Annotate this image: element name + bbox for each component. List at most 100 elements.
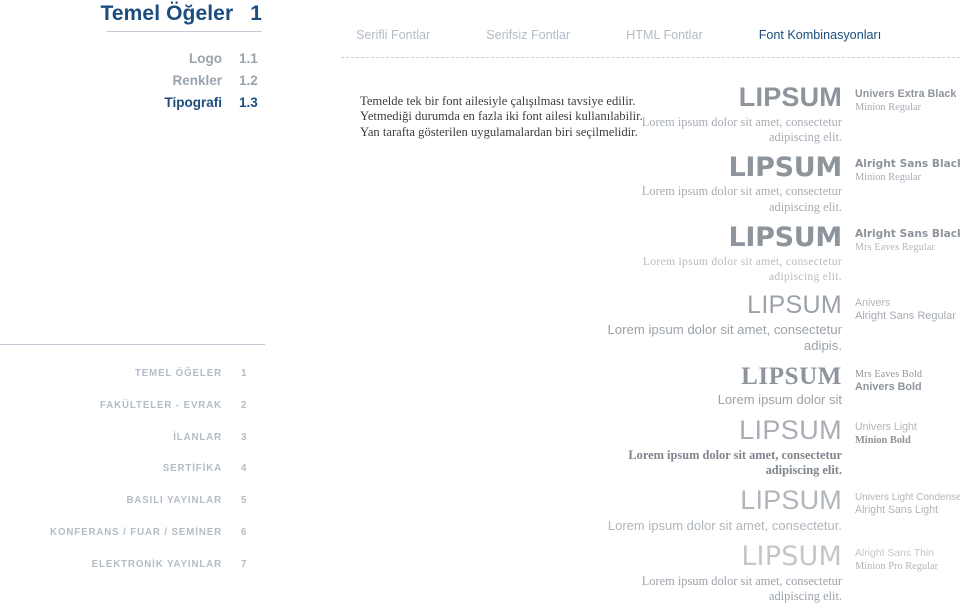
page-title-text: Temel Öğeler [100,2,234,25]
tab-serifli-fontlar[interactable]: Serifli Fontlar [356,28,430,42]
page-title: Temel Öğeler 1 [0,2,262,26]
specimen-body-text: Lorem ipsum dolor sit amet, consectetur. [607,517,842,533]
tab-bar-dashed-rule [341,57,960,58]
specimen-body-font-name: Alright Sans Regular [855,310,956,323]
specimen-body-text: Lorem ipsum dolor sit [717,392,842,408]
sidebar-item-ilanlar[interactable]: İLANLAR 3 [0,422,268,454]
subsection-nav: Logo 1.1 Renkler 1.2 Tipografi 1.3 [0,48,268,114]
specimen-body-text: Lorem ipsum dolor sit amet, consectetur … [628,447,842,477]
font-combination-item: LIPSUM Lorem ipsum dolor sit amet, conse… [600,154,960,215]
specimen-preview: LIPSUM Lorem ipsum dolor sit amet, conse… [600,293,842,354]
subnav-item-number: 1.1 [239,51,258,66]
section-item-number: 1 [241,368,247,379]
font-combination-item: LIPSUM Lorem ipsum dolor sit amet, conse… [600,417,960,478]
specimen-body-text: Lorem ipsum dolor sit amet, consectetur … [641,114,842,144]
specimen-display-font-name: Alright Sans Black [855,157,960,170]
specimen-font-labels: Alright Sans Black Mrs Eaves Regular [855,228,960,254]
specimen-preview: LIPSUM Lorem ipsum dolor sit amet, conse… [600,487,842,534]
font-combination-list: LIPSUM Lorem ipsum dolor sit amet, conse… [600,82,960,613]
specimen-display-font-name: Univers Light Condensed [855,492,960,504]
sidebar-item-fakulteler-evrak[interactable]: FAKÜLTELER - EVRAK 2 [0,390,268,422]
specimen-display-word: LIPSUM [728,221,843,253]
specimen-preview: LIPSUM Lorem ipsum dolor sit amet, conse… [600,151,843,215]
font-combination-item: LIPSUM Lorem ipsum dolor sit amet, conse… [600,293,960,354]
specimen-font-labels: Alright Sans Thin Minion Pro Regular [855,547,960,573]
specimen-display-word: LIPSUM [738,82,842,112]
specimen-body-text: Lorem ipsum dolor sit amet, consectetur … [641,573,842,603]
section-divider-rule [0,344,265,345]
specimen-display-font-name: Anivers [855,297,891,310]
specimen-display-font-name: Mrs Eaves Bold [855,368,923,380]
tab-serifsiz-fontlar[interactable]: Serifsiz Fontlar [486,28,570,42]
specimen-preview: LIPSUM Lorem ipsum dolor sit amet, conse… [600,543,842,604]
specimen-font-labels: Alright Sans Black Minion Regular [855,158,960,184]
specimen-display-font-name: Alright Sans Thin [855,548,934,560]
specimen-body-font-name: Minion Regular [855,171,922,183]
specimen-display-font-name: Univers Light [855,421,917,434]
section-item-label: İLANLAR [173,431,222,443]
specimen-body-text: Lorem ipsum dolor sit amet, consectetur … [607,321,842,354]
specimen-display-font-name: Univers Extra Black [855,88,957,100]
specimen-preview: LIPSUM Lorem ipsum dolor sit amet, conse… [600,224,842,285]
specimen-body-text: Lorem ipsum dolor sit amet, consectetur … [641,184,842,214]
subnav-item-number: 1.3 [239,95,258,110]
section-item-label: SERTİFİKA [162,463,222,475]
specimen-font-labels: Univers Light Condensed Alright Sans Lig… [855,491,960,517]
font-combination-item: LIPSUM Lorem ipsum dolor sit amet, conse… [600,224,960,285]
specimen-body-font-name: Minion Bold [855,435,911,447]
specimen-font-labels: Anivers Alright Sans Regular [855,297,960,323]
section-item-label: ELEKTRONİK YAYINLAR [91,558,222,570]
specimen-display-word: LIPSUM [728,151,843,183]
tab-bar: Serifli Fontlar Serifsiz Fontlar HTML Fo… [356,28,881,42]
specimen-preview: LIPSUM Lorem ipsum dolor sit amet, conse… [600,82,842,145]
sidebar-item-basili-yayinlar[interactable]: BASILI YAYINLAR 5 [0,485,268,517]
sidebar-item-temel-ogeler[interactable]: TEMEL ÖĞELER 1 [0,358,268,390]
subnav-item-label: Renkler [172,73,222,88]
subnav-item-label: Tipografi [164,95,222,110]
specimen-display-word: LIPSUM [739,415,842,446]
specimen-body-text: Lorem ipsum dolor sit amet, consectetur … [642,255,842,284]
specimen-display-word: LIPSUM [747,291,842,320]
section-item-number: 5 [241,495,247,507]
tab-html-fontlar[interactable]: HTML Fontlar [626,28,703,42]
font-combination-item: LIPSUM Lorem ipsum dolor sit amet, conse… [600,543,960,604]
specimen-display-word: LIPSUM [741,541,842,573]
subnav-item-renkler[interactable]: Renkler 1.2 [0,70,268,92]
sidebar-item-elektronik-yayinlar[interactable]: ELEKTRONİK YAYINLAR 7 [0,549,268,581]
subnav-item-tipografi[interactable]: Tipografi 1.3 [0,92,268,114]
font-combination-item: LIPSUM Lorem ipsum dolor sit amet, conse… [600,82,960,145]
specimen-body-font-name: Mrs Eaves Regular [855,241,936,253]
section-item-number: 7 [241,558,247,570]
specimen-font-labels: Univers Light Minion Bold [855,421,960,447]
sidebar-item-sertifika[interactable]: SERTİFİKA 4 [0,453,268,485]
section-item-label: TEMEL ÖĞELER [134,368,222,379]
specimen-display-font-name: Alright Sans Black [855,227,960,240]
section-nav: TEMEL ÖĞELER 1 FAKÜLTELER - EVRAK 2 İLAN… [0,358,268,581]
subnav-item-label: Logo [189,51,222,66]
section-item-label: FAKÜLTELER - EVRAK [99,399,222,411]
specimen-preview: LIPSUM Lorem ipsum dolor sit [600,364,842,409]
specimen-display-word: LIPSUM [740,485,842,516]
specimen-preview: LIPSUM Lorem ipsum dolor sit amet, conse… [600,417,842,478]
page-title-number: 1 [250,2,262,25]
specimen-display-word: LIPSUM [741,362,842,390]
specimen-body-font-name: Anivers Bold [855,380,922,393]
title-underline-rule [107,31,262,32]
font-combination-item: LIPSUM Lorem ipsum dolor sit amet, conse… [600,487,960,534]
specimen-body-font-name: Alright Sans Light [855,504,939,517]
font-combination-item: LIPSUM Lorem ipsum dolor sit Mrs Eaves B… [600,364,960,409]
section-item-number: 3 [241,431,247,443]
section-item-label: BASILI YAYINLAR [126,495,222,507]
section-item-number: 4 [241,463,247,475]
specimen-body-font-name: Minion Pro Regular [855,561,939,573]
specimen-body-font-name: Minion Regular [855,102,922,113]
subnav-item-logo[interactable]: Logo 1.1 [0,48,268,70]
sidebar-item-konferans-fuar-seminer[interactable]: KONFERANS / FUAR / SEMİNER 6 [0,517,268,549]
section-item-number: 6 [241,526,247,538]
specimen-font-labels: Mrs Eaves Bold Anivers Bold [855,368,960,394]
section-item-label: KONFERANS / FUAR / SEMİNER [50,526,222,538]
subnav-item-number: 1.2 [239,73,258,88]
tab-font-kombinasyonlari[interactable]: Font Kombinasyonları [759,28,882,42]
left-navigation-panel: Temel Öğeler 1 Logo 1.1 Renkler 1.2 Tipog… [0,0,268,570]
section-item-number: 2 [241,399,247,411]
